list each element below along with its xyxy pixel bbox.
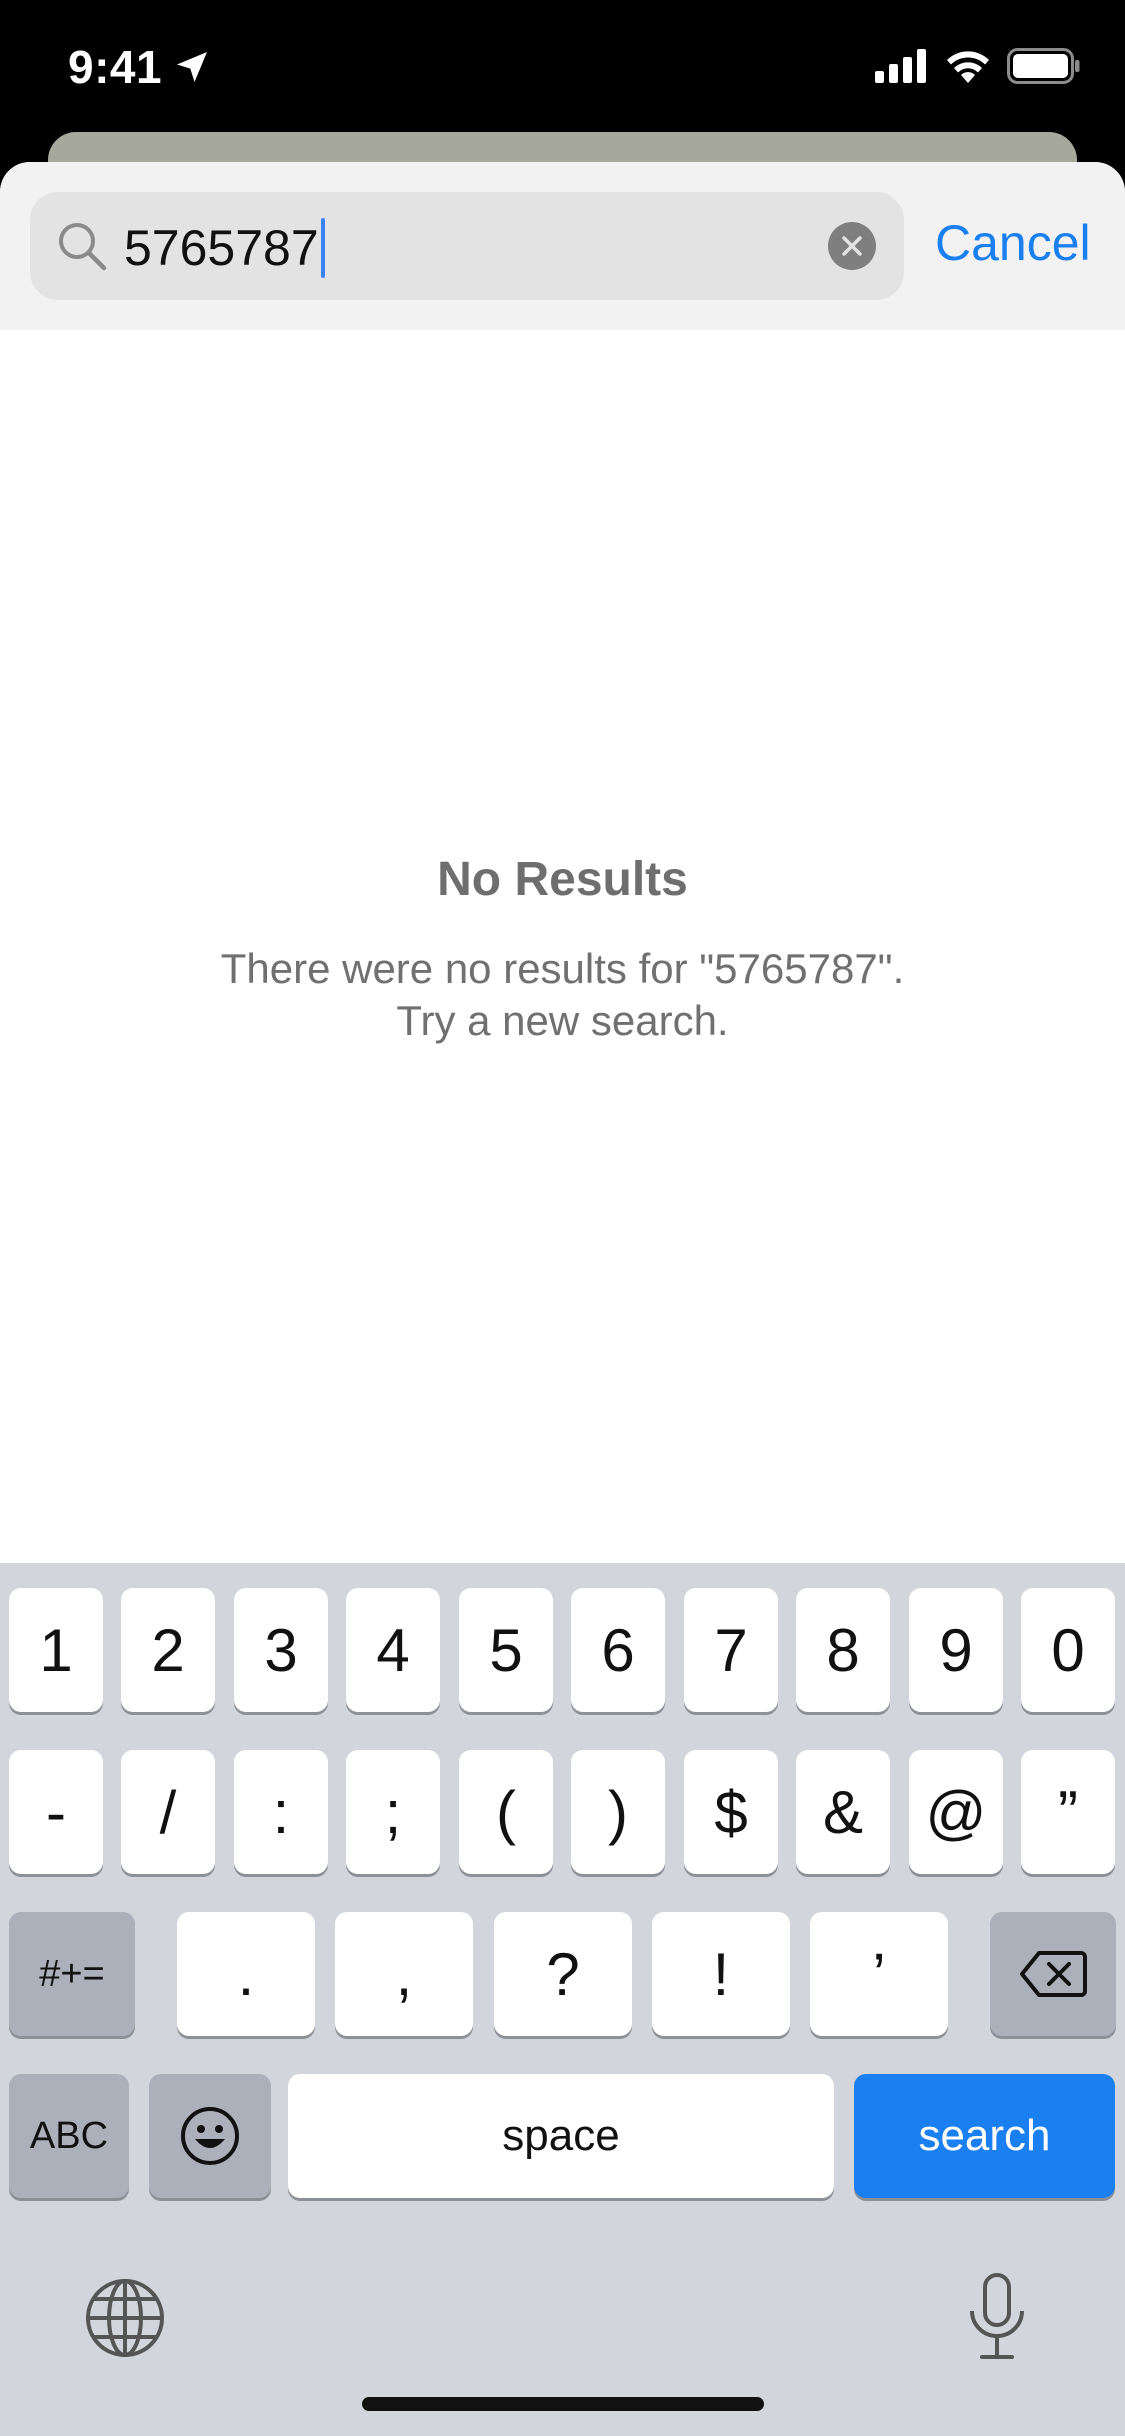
backspace-icon bbox=[1020, 1951, 1087, 1997]
key-0[interactable]: 0 bbox=[1021, 1588, 1115, 1712]
key-period[interactable]: . bbox=[177, 1912, 315, 2036]
cellular-signal-icon bbox=[875, 49, 926, 83]
key-1[interactable]: 1 bbox=[9, 1588, 103, 1712]
clear-search-button[interactable] bbox=[828, 222, 876, 270]
search-key[interactable]: search bbox=[854, 2074, 1115, 2198]
battery-icon bbox=[1007, 48, 1080, 84]
key-more-symbols[interactable]: #+= bbox=[9, 1912, 135, 2036]
search-header: 5765787 Cancel bbox=[0, 162, 1125, 330]
key-question[interactable]: ? bbox=[494, 1912, 632, 2036]
key-ampersand[interactable]: & bbox=[796, 1750, 890, 1874]
key-slash[interactable]: / bbox=[121, 1750, 215, 1874]
abc-key[interactable]: ABC bbox=[9, 2074, 129, 2198]
key-exclamation[interactable]: ! bbox=[652, 1912, 790, 2036]
key-apostrophe[interactable]: ’ bbox=[810, 1912, 948, 2036]
search-input-text: 5765787 bbox=[124, 220, 319, 276]
key-colon[interactable]: : bbox=[234, 1750, 328, 1874]
location-arrow-icon bbox=[177, 52, 208, 82]
close-icon bbox=[842, 236, 862, 256]
key-9[interactable]: 9 bbox=[909, 1588, 1003, 1712]
empty-state-line-2: Try a new search. bbox=[396, 997, 729, 1044]
backspace-key[interactable] bbox=[990, 1912, 1116, 2036]
search-icon bbox=[59, 223, 107, 271]
key-hyphen[interactable]: - bbox=[9, 1750, 103, 1874]
key-6[interactable]: 6 bbox=[571, 1588, 665, 1712]
cancel-button[interactable]: Cancel bbox=[935, 214, 1091, 272]
keyboard: 1 2 3 4 5 6 7 8 9 0 - / : ; ( ) $ & @ ” … bbox=[0, 1563, 1125, 2436]
empty-state-title: No Results bbox=[437, 853, 688, 906]
key-dollar[interactable]: $ bbox=[684, 1750, 778, 1874]
emoji-key[interactable] bbox=[149, 2074, 271, 2198]
status-time: 9:41 bbox=[68, 40, 212, 94]
search-field[interactable]: 5765787 bbox=[30, 192, 904, 300]
key-4[interactable]: 4 bbox=[346, 1588, 440, 1712]
space-key[interactable]: space bbox=[288, 2074, 834, 2198]
status-indicators bbox=[875, 48, 1081, 84]
empty-state-message: There were no results for "5765787". Try… bbox=[0, 943, 1125, 1047]
text-caret bbox=[320, 218, 325, 278]
key-open-paren[interactable]: ( bbox=[459, 1750, 553, 1874]
wifi-icon bbox=[947, 51, 989, 83]
empty-state: No Results There were no results for "57… bbox=[0, 852, 1125, 1047]
status-bar: 9:41 bbox=[0, 0, 1125, 140]
microphone-icon[interactable] bbox=[966, 2271, 1028, 2363]
key-2[interactable]: 2 bbox=[121, 1588, 215, 1712]
key-comma[interactable]: , bbox=[335, 1912, 473, 2036]
key-quote[interactable]: ” bbox=[1021, 1750, 1115, 1874]
home-indicator[interactable] bbox=[362, 2397, 764, 2411]
search-input[interactable]: 5765787 bbox=[124, 218, 325, 278]
key-3[interactable]: 3 bbox=[234, 1588, 328, 1712]
key-5[interactable]: 5 bbox=[459, 1588, 553, 1712]
empty-state-line-1: There were no results for "5765787". bbox=[220, 945, 905, 992]
key-at[interactable]: @ bbox=[909, 1750, 1003, 1874]
key-close-paren[interactable]: ) bbox=[571, 1750, 665, 1874]
key-8[interactable]: 8 bbox=[796, 1588, 890, 1712]
status-time-text: 9:41 bbox=[68, 41, 163, 93]
key-7[interactable]: 7 bbox=[684, 1588, 778, 1712]
globe-icon[interactable] bbox=[84, 2277, 166, 2359]
key-semicolon[interactable]: ; bbox=[346, 1750, 440, 1874]
emoji-icon bbox=[181, 2107, 239, 2165]
